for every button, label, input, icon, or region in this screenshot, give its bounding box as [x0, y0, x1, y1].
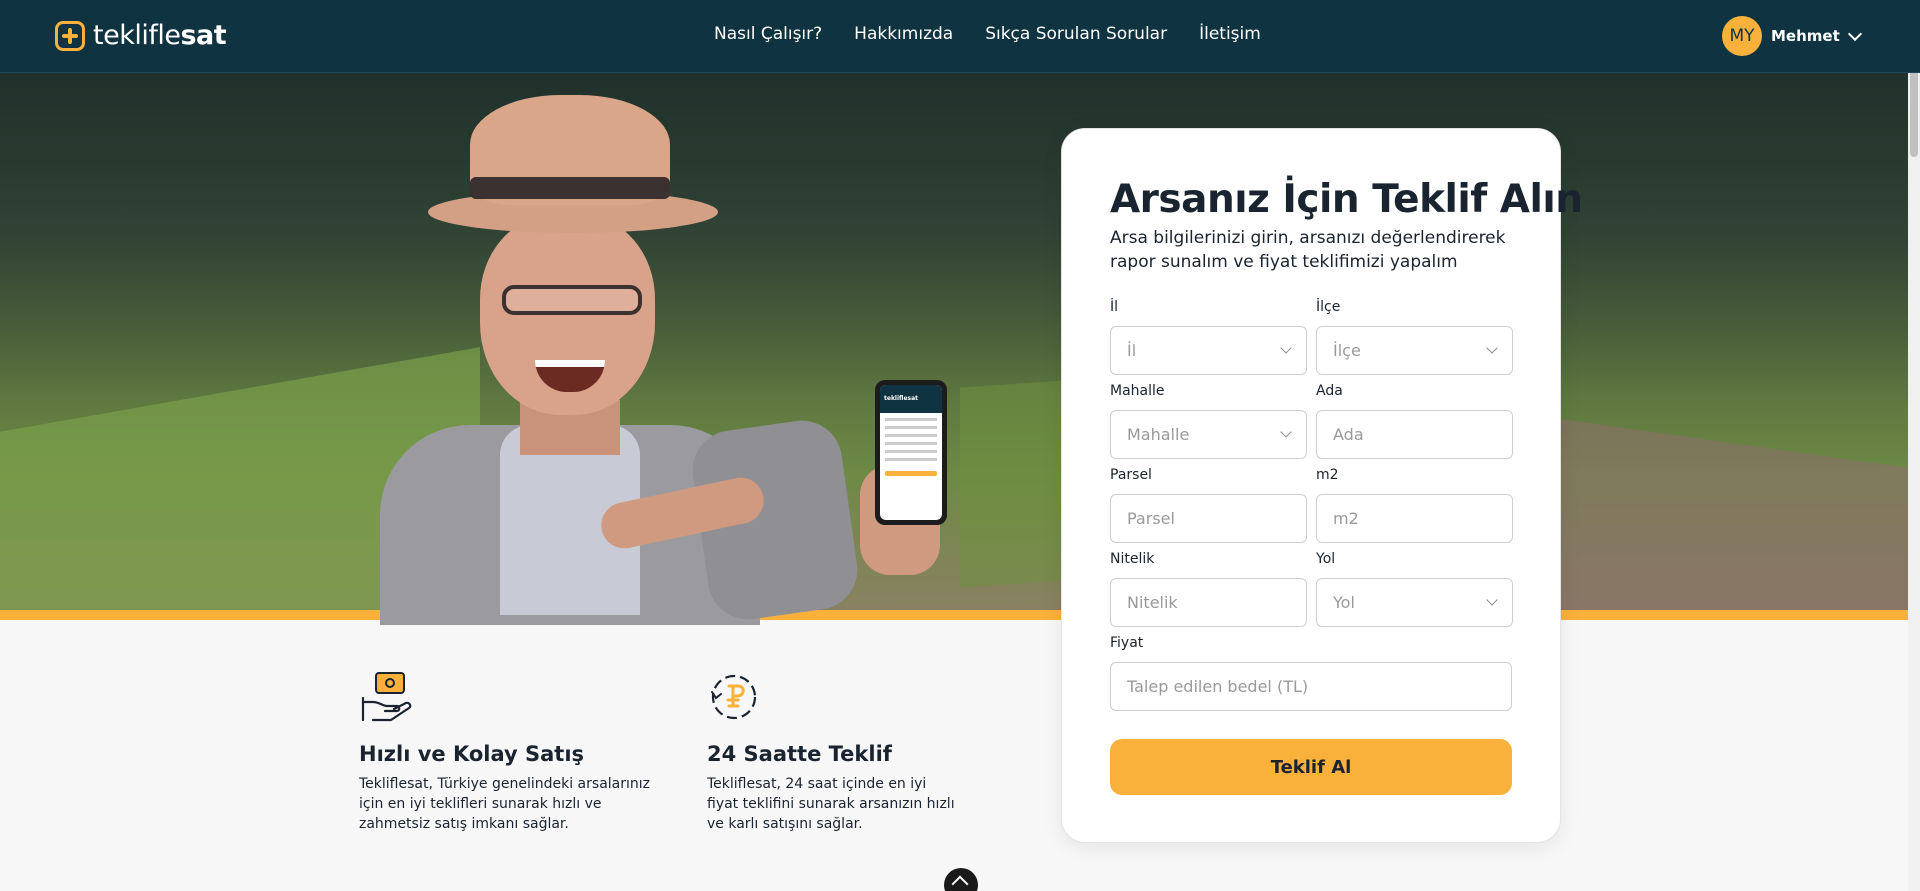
- logo-text: tekli̇flesat: [93, 20, 227, 51]
- ada-label: Ada: [1316, 383, 1343, 399]
- feature-text: Tekliflesat, Türkiye genelindeki arsalar…: [359, 776, 650, 832]
- teklif-al-button[interactable]: Teklif Al: [1110, 739, 1512, 795]
- phone-mockup: tekliflesat: [875, 380, 947, 525]
- offer-form-card: Arsanız İçin Teklif Alın Arsa bilgilerin…: [1061, 128, 1583, 843]
- m2-input[interactable]: [1316, 494, 1513, 543]
- fiyat-input[interactable]: [1110, 662, 1512, 711]
- il-label: İl: [1110, 299, 1119, 315]
- nav-link-contact[interactable]: İletişim: [1199, 24, 1261, 44]
- feature-text: Tekliflesat, 24 saat içinde en iyi fiyat…: [707, 776, 955, 832]
- chevron-down-icon: [1847, 26, 1862, 41]
- ilce-label: İlçe: [1316, 299, 1341, 315]
- parsel-input[interactable]: [1110, 494, 1307, 543]
- ilce-field: İlçe İlçe: [1316, 299, 1513, 375]
- nav-link-how-it-works[interactable]: Nasıl Çalışır?: [714, 24, 822, 44]
- logo[interactable]: tekli̇flesat: [55, 20, 227, 51]
- parsel-label: Parsel: [1110, 467, 1152, 483]
- parsel-field: Parsel: [1110, 467, 1307, 543]
- yol-select[interactable]: Yol: [1316, 578, 1513, 627]
- nitelik-field: Nitelik: [1110, 551, 1307, 627]
- feature-24h-offer: 24 Saatte Teklif Tekliflesat, 24 saat iç…: [707, 670, 957, 834]
- feature-title: 24 Saatte Teklif: [707, 742, 892, 766]
- yol-field: Yol Yol: [1316, 551, 1513, 627]
- m2-label: m2: [1316, 467, 1339, 483]
- form-subtitle: Arsa bilgilerinizi girin, arsanızı değer…: [1110, 228, 1506, 272]
- avatar: MY: [1722, 16, 1762, 56]
- il-field: İl İl: [1110, 299, 1307, 375]
- mahalle-select[interactable]: Mahalle: [1110, 410, 1307, 459]
- user-name: Mehmet: [1771, 27, 1840, 45]
- ada-input[interactable]: [1316, 410, 1513, 459]
- form-title: Arsanız İçin Teklif Alın: [1110, 177, 1583, 222]
- fiyat-label: Fiyat: [1110, 635, 1144, 651]
- mahalle-label: Mahalle: [1110, 383, 1165, 399]
- chevron-down-icon: [1486, 342, 1498, 354]
- main-nav: Nasıl Çalışır? Hakkımızda Sıkça Sorulan …: [714, 24, 1261, 44]
- nav-link-faq[interactable]: Sıkça Sorulan Sorular: [985, 24, 1167, 44]
- chevron-down-icon: [1280, 426, 1292, 438]
- hero-accent-bar: [0, 610, 1908, 620]
- chevron-down-icon: [1486, 594, 1498, 606]
- mahalle-field: Mahalle Mahalle: [1110, 383, 1307, 459]
- hand-money-icon: [359, 670, 413, 724]
- fiyat-field: Fiyat: [1110, 635, 1512, 711]
- chevron-down-icon: [1280, 342, 1292, 354]
- ada-field: Ada: [1316, 383, 1513, 459]
- nitelik-input[interactable]: [1110, 578, 1307, 627]
- yol-label: Yol: [1316, 551, 1336, 567]
- hero-person-image: tekliflesat: [370, 95, 1010, 625]
- ilce-select[interactable]: İlçe: [1316, 326, 1513, 375]
- feature-fast-sale: Hızlı ve Kolay Satış Tekliflesat, Türkiy…: [359, 670, 659, 834]
- page-scrollbar[interactable]: [1908, 0, 1920, 891]
- clock-coin-icon: [707, 670, 761, 724]
- user-menu[interactable]: MY Mehmet: [1722, 16, 1862, 56]
- scroll-up-button[interactable]: [944, 868, 978, 891]
- feature-title: Hızlı ve Kolay Satış: [359, 742, 585, 766]
- m2-field: m2: [1316, 467, 1513, 543]
- il-select[interactable]: İl: [1110, 326, 1307, 375]
- logo-plus-icon: [55, 20, 85, 51]
- nitelik-label: Nitelik: [1110, 551, 1155, 567]
- nav-link-about[interactable]: Hakkımızda: [854, 24, 953, 44]
- top-navbar: tekli̇flesat Nasıl Çalışır? Hakkımızda S…: [0, 0, 1920, 73]
